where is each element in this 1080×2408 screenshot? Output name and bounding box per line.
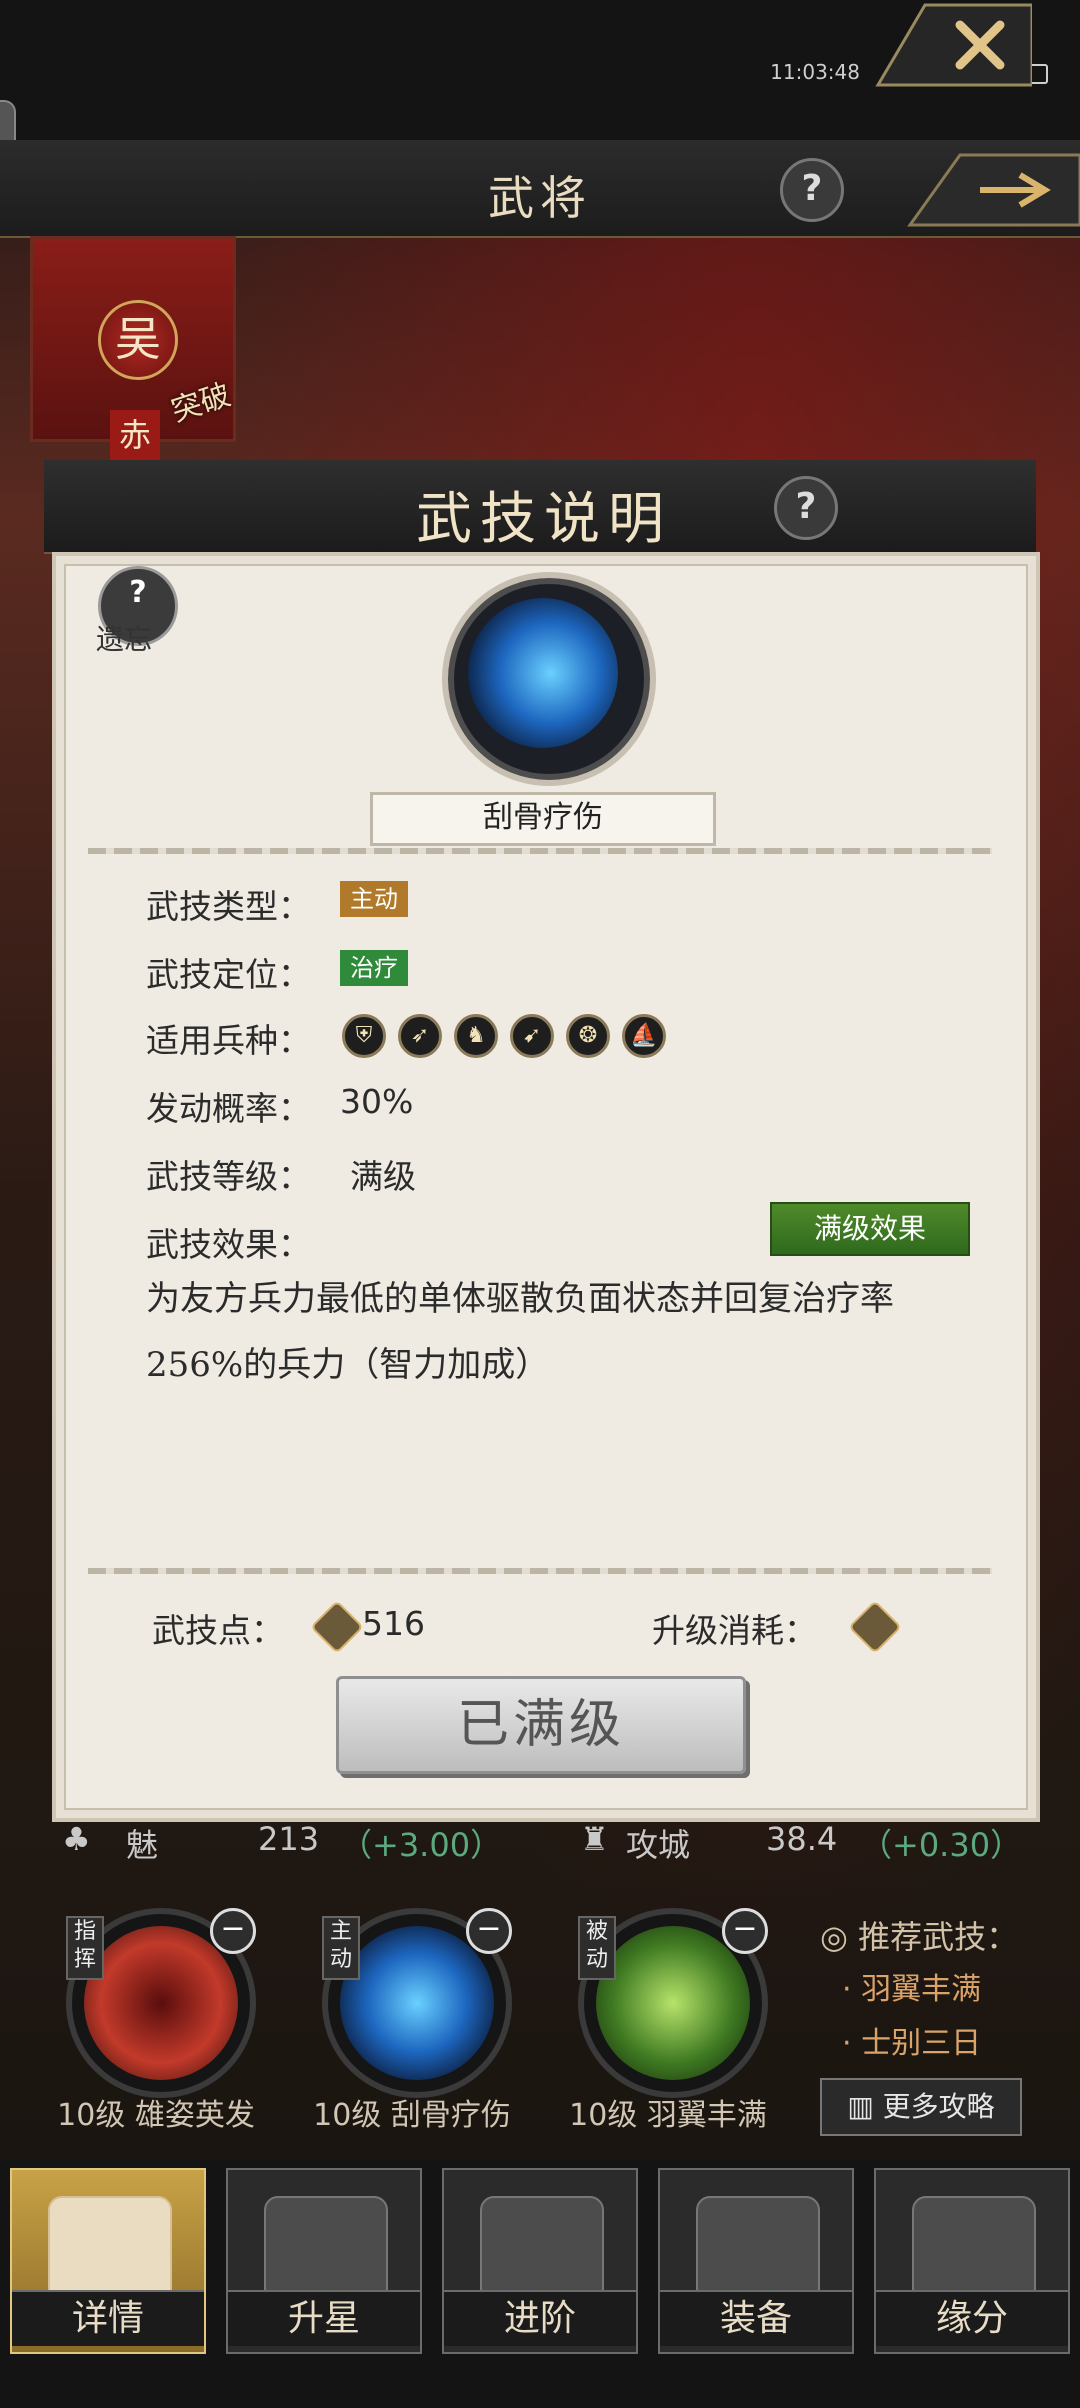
equipped-skill-active[interactable]: 主动 − <box>322 1908 512 2098</box>
skill-name: 刮骨疗伤 <box>370 792 716 846</box>
nav-label: 装备 <box>660 2290 852 2346</box>
shield-icon: ⛨ <box>342 1014 386 1058</box>
stats-row: ♣ 魅 213 （+3.00） ♜ 攻城 38.4 （+0.30） <box>0 1820 1080 1876</box>
help-icon[interactable]: ? <box>780 158 844 222</box>
close-icon[interactable] <box>870 0 1032 90</box>
siege-icon: ♜ <box>580 1820 609 1858</box>
charm-icon: ♣ <box>62 1820 91 1858</box>
max-effect-button[interactable]: 满级效果 <box>770 1202 970 1256</box>
skill-art <box>340 1926 494 2080</box>
charm-value: 213 <box>258 1820 320 1858</box>
siege-bonus: （+0.30） <box>860 1826 1023 1864</box>
siege-label: 攻城 <box>626 1826 691 1864</box>
skill-level-label: 武技等级： <box>146 1157 311 1196</box>
equipped-skill-passive[interactable]: 被动 − <box>578 1908 768 2098</box>
faction-emblem: 吴 <box>98 300 178 380</box>
troop-types-label: 适用兵种： <box>146 1021 311 1060</box>
trigger-chance-value: 30% <box>340 1082 414 1121</box>
skill-role-label: 武技定位： <box>146 955 311 994</box>
skill-type-tag: 主动 <box>340 881 408 917</box>
remove-skill-icon[interactable]: − <box>722 1908 768 1954</box>
spear-icon: ➶ <box>398 1014 442 1058</box>
more-guides-label: 更多攻略 <box>882 2090 995 2123</box>
charm-bonus: （+3.00） <box>340 1826 503 1864</box>
charm-label: 魅 <box>126 1826 159 1864</box>
skill-effect-label: 武技效果： <box>146 1225 311 1264</box>
skill-description: 为友方兵力最低的单体驱散负面状态并回复治疗率256%的兵力（智力加成） <box>146 1279 894 1385</box>
equipped-skill-command[interactable]: 指挥 − <box>66 1908 256 2098</box>
dialog-help-icon[interactable]: ? <box>774 476 838 540</box>
trigger-chance-label: 发动概率： <box>146 1089 311 1128</box>
skill-slot-badge: 主动 <box>322 1916 360 1980</box>
nav-label: 升星 <box>228 2290 420 2346</box>
nav-label: 进阶 <box>444 2290 636 2346</box>
skill-slot-badge: 被动 <box>578 1916 616 1980</box>
nav-label: 详情 <box>12 2290 204 2346</box>
skill-type-label: 武技类型： <box>146 887 311 926</box>
recommend-icon: ◎ <box>820 1918 859 1956</box>
dialog-header: 武技说明 ? <box>44 460 1036 554</box>
divider <box>88 1568 992 1574</box>
siege-value: 38.4 <box>766 1820 838 1858</box>
recommend-item[interactable]: · 士别三日 <box>842 2018 981 2062</box>
next-arrow-icon[interactable] <box>900 150 1080 230</box>
recommend-item[interactable]: · 羽翼丰满 <box>842 1964 981 2008</box>
remove-skill-icon[interactable]: − <box>466 1908 512 1954</box>
divider <box>88 848 992 854</box>
cavalry-icon: ♞ <box>454 1014 498 1058</box>
equipped-skill-label: 10级 刮骨疗伤 <box>313 2098 511 2133</box>
bow-icon: ➹ <box>510 1014 554 1058</box>
skill-art <box>596 1926 750 2080</box>
skill-art <box>468 598 618 748</box>
recommend-title: ◎ 推荐武技： <box>820 1912 1018 1958</box>
status-time: 11:03:48 <box>770 60 860 84</box>
ship-icon: ⛵ <box>622 1014 666 1058</box>
book-icon: ▥ <box>847 2090 883 2123</box>
equipped-skill-label: 10级 雄姿英发 <box>57 2098 255 2133</box>
skill-points-value: 516 <box>362 1604 425 1643</box>
equipped-skill-label: 10级 羽翼丰满 <box>569 2098 767 2133</box>
hero-name-initial: 赤 <box>110 410 160 460</box>
remove-skill-icon[interactable]: − <box>210 1908 256 1954</box>
skill-level-value: 满级 <box>350 1157 416 1196</box>
maxed-button[interactable]: 已满级 <box>336 1676 746 1774</box>
dialog-title: 武技说明 <box>416 487 672 552</box>
more-guides-button[interactable]: ▥ 更多攻略 <box>820 2078 1022 2136</box>
upgrade-cost-label: 升级消耗： <box>652 1611 817 1650</box>
forget-label: 遗忘 <box>96 623 153 656</box>
skill-icon <box>448 578 650 780</box>
nav-label: 缘分 <box>876 2290 1068 2346</box>
chariot-icon: ❂ <box>566 1014 610 1058</box>
recommend-title-text: 推荐武技： <box>858 1918 1019 1956</box>
skill-art <box>84 1926 238 2080</box>
skill-role-tag: 治疗 <box>340 950 408 986</box>
skill-slot-badge: 指挥 <box>66 1916 104 1980</box>
skill-points-label: 武技点： <box>152 1611 284 1650</box>
